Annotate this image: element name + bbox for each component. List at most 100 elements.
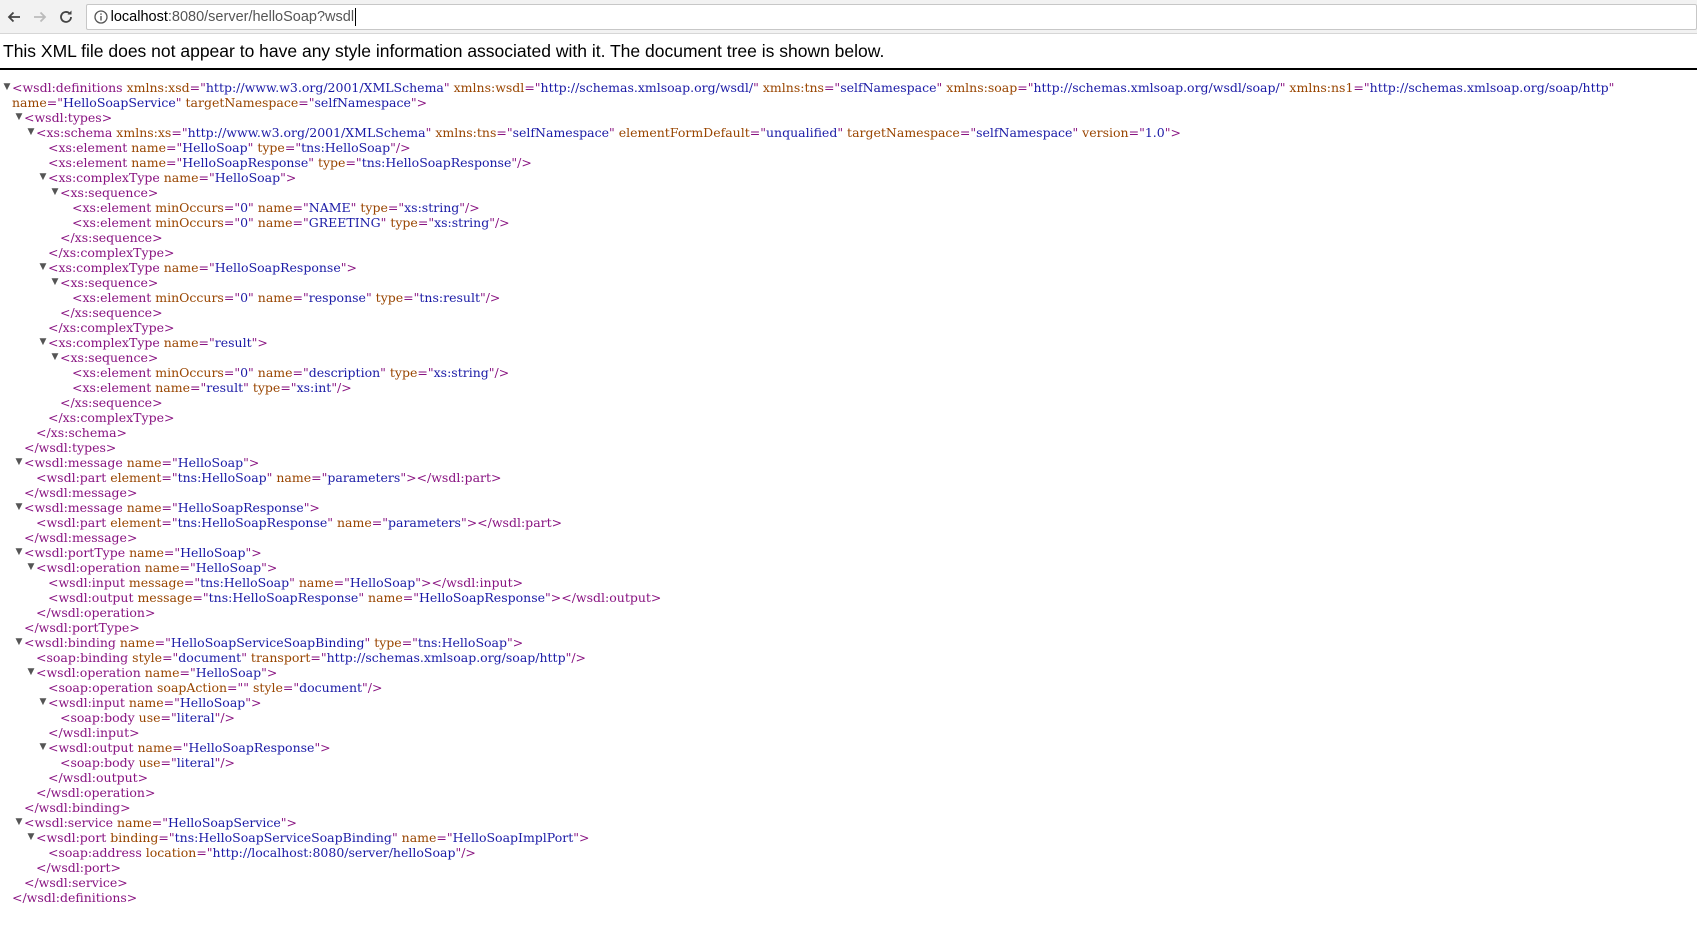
xml-line: </wsdl:service>: [0, 875, 1697, 890]
xml-tag-text: =": [161, 455, 178, 470]
collapse-toggle-icon[interactable]: ▼: [39, 170, 47, 185]
xml-attr-value: HelloSoapService: [168, 815, 281, 830]
xml-attr-name: name: [140, 560, 180, 575]
xml-attr-name: name: [159, 170, 199, 185]
xml-tag-text: </wsdl:definitions>: [12, 890, 138, 905]
xml-tag-text: <soap:body: [60, 755, 135, 770]
xml-attr-value: HelloSoap: [179, 695, 246, 710]
xml-tag-text: "/>: [459, 200, 480, 215]
collapse-toggle-icon[interactable]: ▼: [27, 125, 35, 140]
collapse-toggle-icon[interactable]: ▼: [15, 815, 23, 830]
xml-attr-value: unqualified: [765, 125, 838, 140]
xml-attr-name: use: [134, 755, 161, 770]
xml-line: </xs:complexType>: [0, 245, 1697, 260]
xml-attr-name: name: [140, 665, 180, 680]
xml-attr-value: selfNamespace: [976, 125, 1073, 140]
collapse-toggle-icon[interactable]: ▼: [15, 545, 23, 560]
xml-tag-text: ">: [340, 260, 357, 275]
collapse-toggle-icon[interactable]: ▼: [39, 740, 47, 755]
xml-line-text: <xs:element minOccurs="0" name="descript…: [72, 365, 509, 380]
xml-line: ▼ <wsdl:operation name="HelloSoap">: [0, 560, 1697, 575]
back-button[interactable]: [2, 5, 26, 29]
collapse-toggle-icon[interactable]: ▼: [15, 635, 23, 650]
xml-line: <soap:binding style="document" transport…: [0, 650, 1697, 665]
collapse-toggle-icon[interactable]: ▼: [15, 110, 23, 125]
address-bar[interactable]: localhost:8080/server/helloSoap?wsdl: [85, 3, 1697, 30]
xml-attr-value: tns:HelloSoap: [177, 470, 267, 485]
xml-line: ▼ <xs:complexType name="HelloSoap">: [0, 170, 1697, 185]
collapse-toggle-icon[interactable]: ▼: [39, 260, 47, 275]
xml-tag-text: =": [196, 845, 213, 860]
xml-line-text: </xs:sequence>: [60, 230, 163, 245]
xml-attr-name: name: [115, 635, 155, 650]
xml-line-text: </wsdl:output>: [48, 770, 148, 785]
arrow-right-icon: [33, 11, 47, 22]
xml-line-text: <xs:element name="result" type="xs:int"/…: [72, 380, 352, 395]
xml-tag-text: "/>: [489, 215, 510, 230]
xml-line: <xs:element minOccurs="0" name="NAME" ty…: [0, 200, 1697, 215]
xml-line-text: </xs:schema>: [36, 425, 127, 440]
xml-tag-text: ">: [303, 500, 320, 515]
xml-tag-text: =": [292, 290, 309, 305]
xml-attr-name: name: [397, 830, 437, 845]
xml-attr-name: name: [122, 455, 162, 470]
xml-tag-text: "/>: [362, 680, 383, 695]
xml-tag-text: </wsdl:message>: [24, 485, 138, 500]
xml-line: <wsdl:part element="tns:HelloSoapRespons…: [0, 515, 1697, 530]
info-icon[interactable]: [91, 9, 111, 24]
collapse-toggle-icon[interactable]: ▼: [15, 500, 23, 515]
collapse-toggle-icon[interactable]: ▼: [51, 350, 59, 365]
xml-tag-text: =": [436, 830, 453, 845]
xml-attr-value: document: [178, 650, 242, 665]
xml-line: </wsdl:definitions>: [0, 890, 1697, 905]
xml-tag-text: =": [1017, 80, 1034, 95]
xml-line: ▼ <xs:sequence>: [0, 275, 1697, 290]
xml-attr-value: result: [206, 380, 244, 395]
xml-tag-text: "></wsdl:output>: [545, 590, 662, 605]
xml-attr-name: message: [133, 590, 193, 605]
xml-tag-text: =": [333, 575, 350, 590]
xml-tag-text: <xs:complexType: [48, 335, 160, 350]
xml-attr-name: element: [106, 515, 162, 530]
xml-line-text: </wsdl:operation>: [36, 785, 155, 800]
forward-button[interactable]: [28, 5, 52, 29]
xml-tag-text: </xs:schema>: [36, 425, 128, 440]
collapse-toggle-icon[interactable]: ▼: [15, 455, 23, 470]
xml-line: </wsdl:binding>: [0, 800, 1697, 815]
xml-attr-name: name: [253, 215, 293, 230]
xml-tag-text: =": [292, 200, 309, 215]
xml-tag-text: =": [161, 500, 178, 515]
xml-tag-text: <wsdl:types>: [24, 110, 113, 125]
xml-attr-value: response: [308, 290, 366, 305]
xml-attr-value: GREETING: [308, 215, 381, 230]
xml-attr-name: name: [253, 200, 293, 215]
xml-attr-value: HelloSoapService: [63, 95, 176, 110]
xml-attr-name: name: [127, 155, 167, 170]
xml-tag-text: <xs:element: [72, 365, 152, 380]
xml-attr-value: HelloSoap: [195, 665, 262, 680]
collapse-toggle-icon[interactable]: ▼: [27, 665, 35, 680]
xml-line-text: <xs:element name="HelloSoap" type="tns:H…: [48, 140, 411, 155]
collapse-toggle-icon[interactable]: ▼: [27, 560, 35, 575]
collapse-toggle-icon[interactable]: ▼: [39, 335, 47, 350]
collapse-toggle-icon[interactable]: ▼: [51, 185, 59, 200]
collapse-toggle-icon[interactable]: ▼: [51, 275, 59, 290]
collapse-toggle-icon[interactable]: ▼: [27, 830, 35, 845]
xml-line: </xs:sequence>: [0, 230, 1697, 245]
xml-attr-value: http://schemas.xmlsoap.org/wsdl/: [540, 80, 754, 95]
reload-button[interactable]: [54, 5, 78, 29]
xml-attr-name: name: [113, 815, 152, 830]
xml-line: </xs:complexType>: [0, 320, 1697, 335]
xml-tag-text: =": [401, 635, 418, 650]
xml-attr-name: xmlns:tns: [431, 125, 497, 140]
xml-tag-text: ">: [243, 455, 260, 470]
xml-tag-text: "/>: [565, 650, 587, 665]
xml-tag-text: =": [371, 515, 388, 530]
xml-tag-text: <wsdl:part: [36, 470, 107, 485]
xml-line: </wsdl:output>: [0, 770, 1697, 785]
xml-tag-text: =": [823, 80, 841, 95]
xml-tag-text: <xs:schema: [36, 125, 113, 140]
xml-tag-text: ">: [261, 665, 278, 680]
collapse-toggle-icon[interactable]: ▼: [39, 695, 47, 710]
collapse-toggle-icon[interactable]: ▼: [3, 80, 11, 95]
